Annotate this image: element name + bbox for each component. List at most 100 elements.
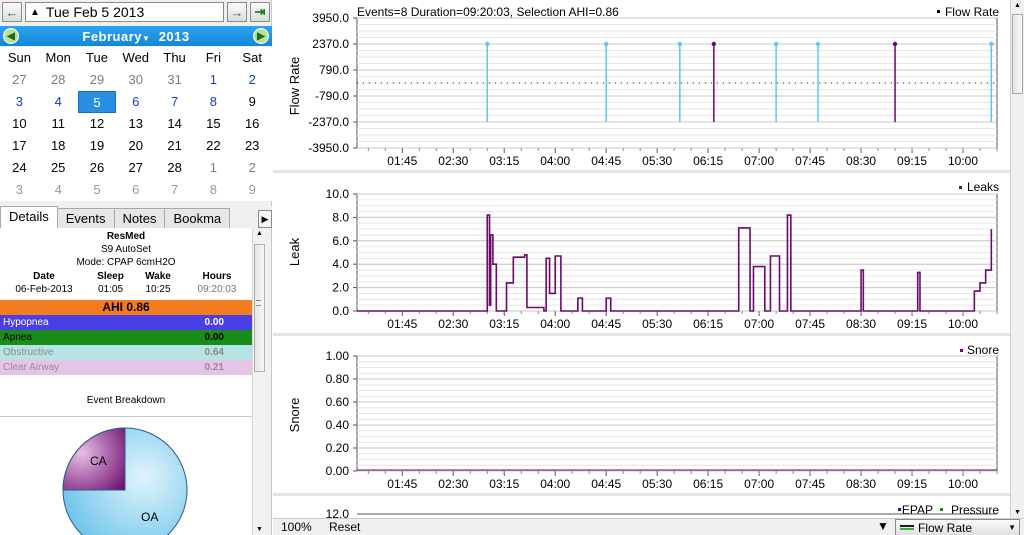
graphs-canvas[interactable]: Events=8 Duration=09:20:03, Selection AH… <box>273 0 1010 518</box>
calendar-week: 17 18 19 20 21 22 23 <box>0 135 272 157</box>
last-day-button[interactable]: ⇥ <box>250 2 270 22</box>
calendar-day[interactable]: 4 <box>39 179 78 201</box>
machine-brand: ResMed <box>106 231 146 242</box>
scroll-thumb[interactable] <box>254 244 265 372</box>
calendar-day[interactable]: 16 <box>233 113 272 135</box>
calendar-day[interactable]: 8 <box>194 91 233 113</box>
snore-xtick-label: 05:30 <box>642 477 672 491</box>
calendar-day[interactable]: 9 <box>233 179 272 201</box>
scroll-up-icon[interactable]: ▲ <box>256 230 263 237</box>
calendar-day[interactable]: 6 <box>116 179 155 201</box>
graph-selector[interactable]: Flow Rate ▼ <box>895 519 1020 535</box>
previous-month-button[interactable]: ◀ <box>3 28 19 44</box>
tab-notes[interactable]: Notes <box>113 208 166 228</box>
details-scrollbar[interactable]: ▲ ▼ <box>252 228 266 535</box>
leaks-xtick-label: 07:45 <box>795 317 825 331</box>
scroll-down-icon[interactable]: ▼ <box>256 526 263 533</box>
calendar-day[interactable]: 2 <box>233 157 272 179</box>
weekday-label: Wed <box>122 50 150 65</box>
snore-ylabel: Snore <box>287 398 302 433</box>
weekday-label: Fri <box>205 50 221 65</box>
calendar-month-year[interactable]: February▼ 2013 <box>82 29 189 44</box>
calendar-day[interactable]: 7 <box>155 179 194 201</box>
weekday-label: Mon <box>45 50 71 65</box>
calendar-day[interactable]: 2 <box>233 69 272 91</box>
scroll-down-icon[interactable]: ▼ <box>1014 509 1021 516</box>
flow-event-marker <box>892 41 898 47</box>
calendar-day[interactable]: 10 <box>0 113 39 135</box>
calendar-day[interactable]: 6 <box>116 91 155 113</box>
calendar-day[interactable]: 17 <box>0 135 39 157</box>
calendar-day[interactable]: 1 <box>194 69 233 91</box>
calendar-week: 27 28 29 30 31 1 2 <box>0 69 272 91</box>
snore-xtick-label: 01:45 <box>387 477 417 491</box>
leaks-ytick-label: 6.0 <box>332 234 349 248</box>
calendar-day[interactable]: 1 <box>194 157 233 179</box>
calendar-day[interactable]: 3 <box>0 91 39 113</box>
leaks-ytick-label: 2.0 <box>332 281 349 295</box>
event-breakdown-pie: CA OA <box>0 416 252 535</box>
next-month-button[interactable]: ▶ <box>253 28 269 44</box>
calendar-day[interactable]: 27 <box>0 69 39 91</box>
tab-scroll-right-button[interactable]: ▶ <box>258 210 272 228</box>
leaks-xtick-label: 01:45 <box>387 317 417 331</box>
chevron-down-icon[interactable]: ▼ <box>877 519 889 533</box>
calendar-day[interactable]: 13 <box>116 113 155 135</box>
calendar-day[interactable]: 21 <box>155 135 194 157</box>
scroll-thumb[interactable] <box>1012 14 1023 94</box>
calendar-day[interactable]: 5 <box>78 179 117 201</box>
snore-xtick-label: 10:00 <box>948 477 978 491</box>
tab-events[interactable]: Events <box>56 208 115 228</box>
calendar-day[interactable]: 3 <box>0 179 39 201</box>
snore-xtick-label: 04:00 <box>540 477 570 491</box>
calendar-day[interactable]: 12 <box>78 113 117 135</box>
flow-xtick-label: 04:45 <box>591 154 621 168</box>
calendar-day[interactable]: 23 <box>233 135 272 157</box>
leaks-ytick-label: 10.0 <box>326 187 350 201</box>
calendar-day[interactable]: 11 <box>39 113 78 135</box>
calendar-day[interactable]: 29 <box>78 69 117 91</box>
calendar-day[interactable]: 15 <box>194 113 233 135</box>
pressure-legend: Pressure <box>951 503 999 517</box>
calendar-day[interactable]: 7 <box>155 91 194 113</box>
scroll-up-icon[interactable]: ▲ <box>1014 2 1021 9</box>
stat-wake: Wake 10:25 <box>133 270 183 296</box>
calendar-day[interactable]: 20 <box>116 135 155 157</box>
panel-separator <box>273 170 1010 173</box>
calendar-day[interactable]: 19 <box>78 135 117 157</box>
calendar-day[interactable]: 22 <box>194 135 233 157</box>
calendar-day[interactable]: 31 <box>155 69 194 91</box>
calendar-day[interactable]: 9 <box>233 91 272 113</box>
calendar-day[interactable]: 27 <box>116 157 155 179</box>
event-value: 0.64 <box>204 347 224 358</box>
date-picker[interactable]: ▲ Tue Feb 5 2013 <box>25 2 224 22</box>
calendar-day[interactable]: 18 <box>39 135 78 157</box>
graphs-scrollbar[interactable]: ▲ ▼ <box>1010 0 1024 518</box>
calendar-day[interactable]: 24 <box>0 157 39 179</box>
previous-day-button[interactable]: ← <box>2 2 22 22</box>
next-day-button[interactable]: → <box>227 2 247 22</box>
event-label: Apnea <box>3 332 32 343</box>
calendar-day[interactable]: 5 <box>77 91 117 113</box>
calendar-day[interactable]: 28 <box>155 157 194 179</box>
leaks-xtick-label: 04:45 <box>591 317 621 331</box>
calendar-day[interactable]: 28 <box>39 69 78 91</box>
tab-bookma[interactable]: Bookma <box>164 208 231 228</box>
flow-event-marker <box>989 41 994 47</box>
graph-selector-value: Flow Rate <box>918 520 973 535</box>
reset-button[interactable]: Reset <box>329 520 360 534</box>
calendar-day[interactable]: 26 <box>78 157 117 179</box>
flow-xtick-label: 09:15 <box>897 154 927 168</box>
calendar-day[interactable]: 8 <box>194 179 233 201</box>
calendar-day[interactable]: 4 <box>39 91 78 113</box>
stat-date-header: Date <box>33 271 55 282</box>
tab-details[interactable]: Details <box>0 206 58 228</box>
calendar-week: 24 25 26 27 28 1 2 <box>0 157 272 179</box>
leaks-legend: Leaks <box>967 180 999 194</box>
calendar-day[interactable]: 30 <box>116 69 155 91</box>
leaks-xtick-label: 05:30 <box>642 317 672 331</box>
calendar-day[interactable]: 14 <box>155 113 194 135</box>
calendar-grid: Sun Mon Tue Wed Thu Fri Sat 27 28 29 30 31 1 2 3 4 5 6 7 8 9… <box>0 47 272 201</box>
calendar-day[interactable]: 25 <box>39 157 78 179</box>
calendar-week: 3456789 <box>0 179 272 201</box>
